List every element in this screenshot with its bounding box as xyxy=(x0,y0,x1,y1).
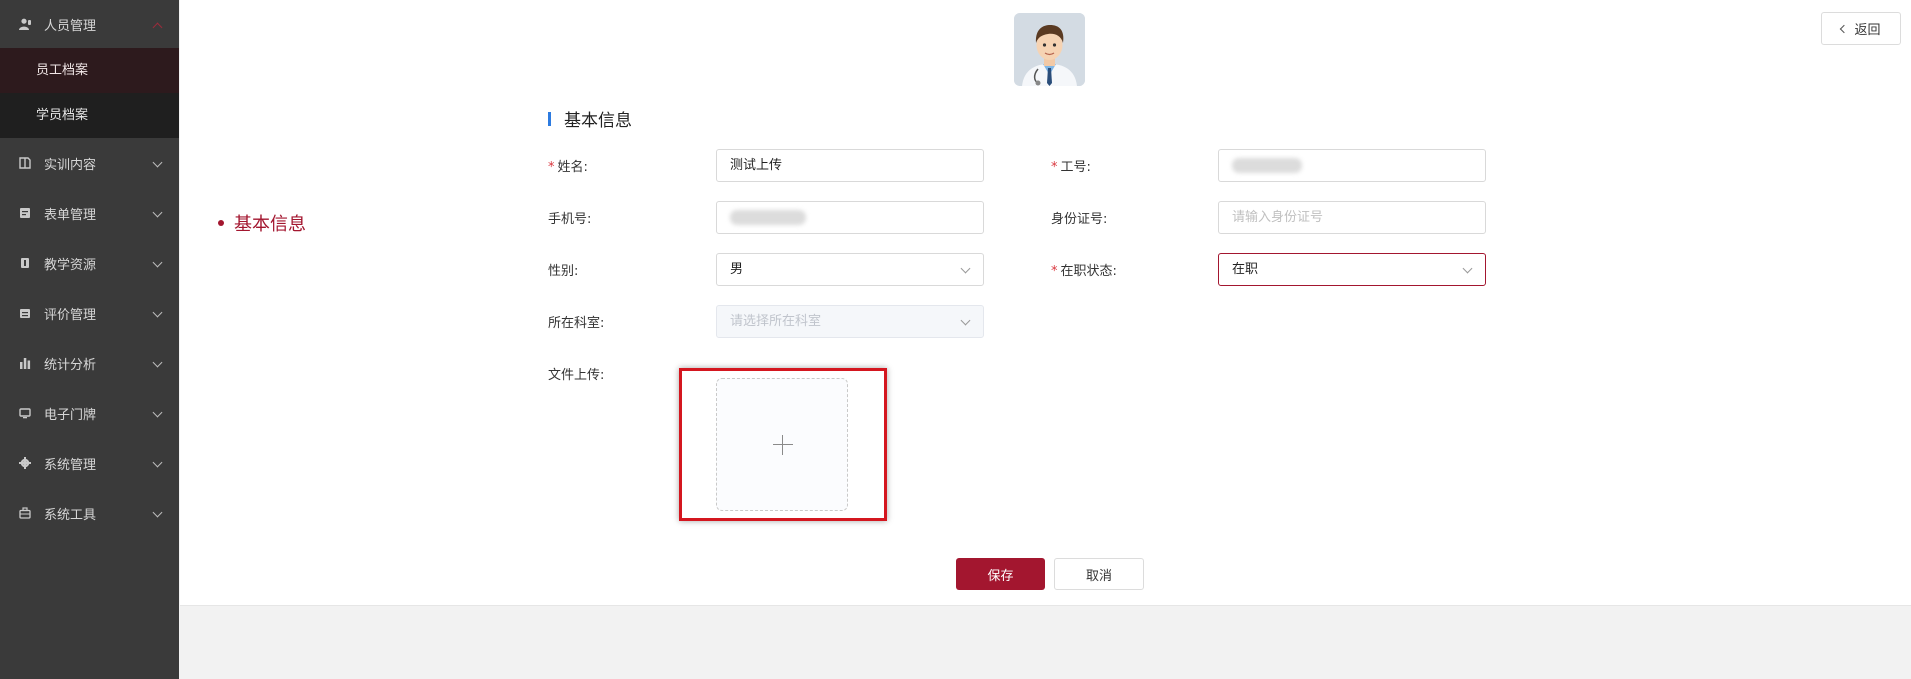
cancel-button[interactable]: 取消 xyxy=(1054,558,1144,590)
name-input-value: 测试上传 xyxy=(730,158,783,173)
redacted-value xyxy=(1232,158,1302,173)
employment-status-value: 在职 xyxy=(1232,262,1259,277)
user-icon xyxy=(18,18,31,31)
gender-select-value: 男 xyxy=(730,262,744,277)
book-icon xyxy=(18,157,31,170)
section-title: 基本信息 xyxy=(548,106,632,131)
gender-label: 性别: xyxy=(548,264,579,279)
gear-icon xyxy=(18,457,31,470)
resource-icon xyxy=(18,257,31,270)
sidebar-group-statistics[interactable]: 统计分析 xyxy=(0,338,179,388)
sidebar-submenu-personnel: 员工档案 学员档案 xyxy=(0,48,179,138)
sidebar-group-training[interactable]: 实训内容 xyxy=(0,138,179,188)
id-card-placeholder: 请输入身份证号 xyxy=(1232,210,1324,225)
sidebar-group-evaluation[interactable]: 评价管理 xyxy=(0,288,179,338)
sidebar-group-resources[interactable]: 教学资源 xyxy=(0,238,179,288)
sidebar-group-doorplate[interactable]: 电子门牌 xyxy=(0,388,179,438)
sidebar-group-label: 系统工具 xyxy=(44,507,97,523)
chevron-down-icon xyxy=(152,307,163,318)
department-label: 所在科室: xyxy=(548,316,605,331)
sidebar-group-personnel[interactable]: 人员管理 xyxy=(0,0,179,48)
anchor-nav-label: 基本信息 xyxy=(234,214,306,235)
chevron-down-icon xyxy=(1462,263,1473,274)
sidebar-group-label: 人员管理 xyxy=(44,18,97,34)
name-label: * 姓名: xyxy=(548,156,588,175)
bar-chart-icon xyxy=(18,357,31,370)
plus-icon-vertical xyxy=(782,435,783,455)
required-asterisk: * xyxy=(548,160,555,175)
file-upload-label: 文件上传: xyxy=(548,368,605,383)
employment-status-select[interactable]: 在职 xyxy=(1218,253,1486,286)
phone-input[interactable] xyxy=(716,201,984,234)
sidebar-item-student-records[interactable]: 学员档案 xyxy=(0,93,179,138)
save-button[interactable]: 保存 xyxy=(956,558,1045,590)
phone-label: 手机号: xyxy=(548,212,592,227)
chevron-down-icon xyxy=(960,263,971,274)
chevron-down-icon xyxy=(152,457,163,468)
employment-status-label: * 在职状态: xyxy=(1051,260,1117,279)
sidebar-group-forms[interactable]: 表单管理 xyxy=(0,188,179,238)
sidebar-group-system[interactable]: 系统管理 xyxy=(0,438,179,488)
sidebar-group-label: 统计分析 xyxy=(44,357,97,373)
sidebar: 人员管理 员工档案 学员档案 实训内容 表单管理 教学资源 评价管理 统计分析 … xyxy=(0,0,179,679)
toolbox-icon xyxy=(18,507,31,520)
form-icon xyxy=(18,207,31,220)
chevron-down-icon xyxy=(152,357,163,368)
chevron-down-icon xyxy=(152,207,163,218)
evaluation-icon xyxy=(18,307,31,320)
active-dot-icon xyxy=(218,220,224,226)
employee-no-label: * 工号: xyxy=(1051,156,1091,175)
chevron-down-icon xyxy=(152,507,163,518)
department-select[interactable]: 请选择所在科室 xyxy=(716,305,984,338)
employment-status-label-text: 在职状态: xyxy=(1060,264,1117,279)
plus-icon xyxy=(773,444,793,445)
required-asterisk: * xyxy=(1051,264,1058,279)
chevron-down-icon xyxy=(960,315,971,326)
chevron-left-icon xyxy=(1840,24,1849,33)
redacted-value xyxy=(730,210,806,225)
employee-no-input[interactable] xyxy=(1218,149,1486,182)
section-title-text: 基本信息 xyxy=(564,111,632,131)
name-input[interactable]: 测试上传 xyxy=(716,149,984,182)
sidebar-item-staff-records[interactable]: 员工档案 xyxy=(0,48,179,93)
chevron-down-icon xyxy=(152,257,163,268)
monitor-icon xyxy=(18,407,31,420)
chevron-down-icon xyxy=(152,157,163,168)
back-button-label: 返回 xyxy=(1854,23,1881,38)
staff-form-card: 返回 基本信息 基本信息 *姓名: 测试上传 *工号: 手机号: 身份证号: xyxy=(180,0,1911,606)
sidebar-group-label: 教学资源 xyxy=(44,257,97,273)
employee-no-label-text: 工号: xyxy=(1060,160,1091,175)
sidebar-group-label: 表单管理 xyxy=(44,207,97,223)
required-asterisk: * xyxy=(1051,160,1058,175)
sidebar-group-label: 评价管理 xyxy=(44,307,97,323)
sidebar-group-label: 电子门牌 xyxy=(44,407,97,423)
doctor-avatar xyxy=(1014,13,1085,86)
id-card-input[interactable]: 请输入身份证号 xyxy=(1218,201,1486,234)
department-placeholder: 请选择所在科室 xyxy=(730,314,822,329)
sidebar-group-tools[interactable]: 系统工具 xyxy=(0,488,179,538)
sidebar-group-label: 系统管理 xyxy=(44,457,97,473)
file-upload-button[interactable] xyxy=(716,378,848,511)
section-bar xyxy=(548,111,551,126)
sidebar-group-label: 实训内容 xyxy=(44,157,97,173)
gender-select[interactable]: 男 xyxy=(716,253,984,286)
id-card-label: 身份证号: xyxy=(1051,212,1108,227)
anchor-nav-basic-info[interactable]: 基本信息 xyxy=(218,210,306,236)
back-button[interactable]: 返回 xyxy=(1821,12,1901,45)
chevron-down-icon xyxy=(152,407,163,418)
name-label-text: 姓名: xyxy=(557,160,588,175)
chevron-up-icon xyxy=(152,22,163,33)
